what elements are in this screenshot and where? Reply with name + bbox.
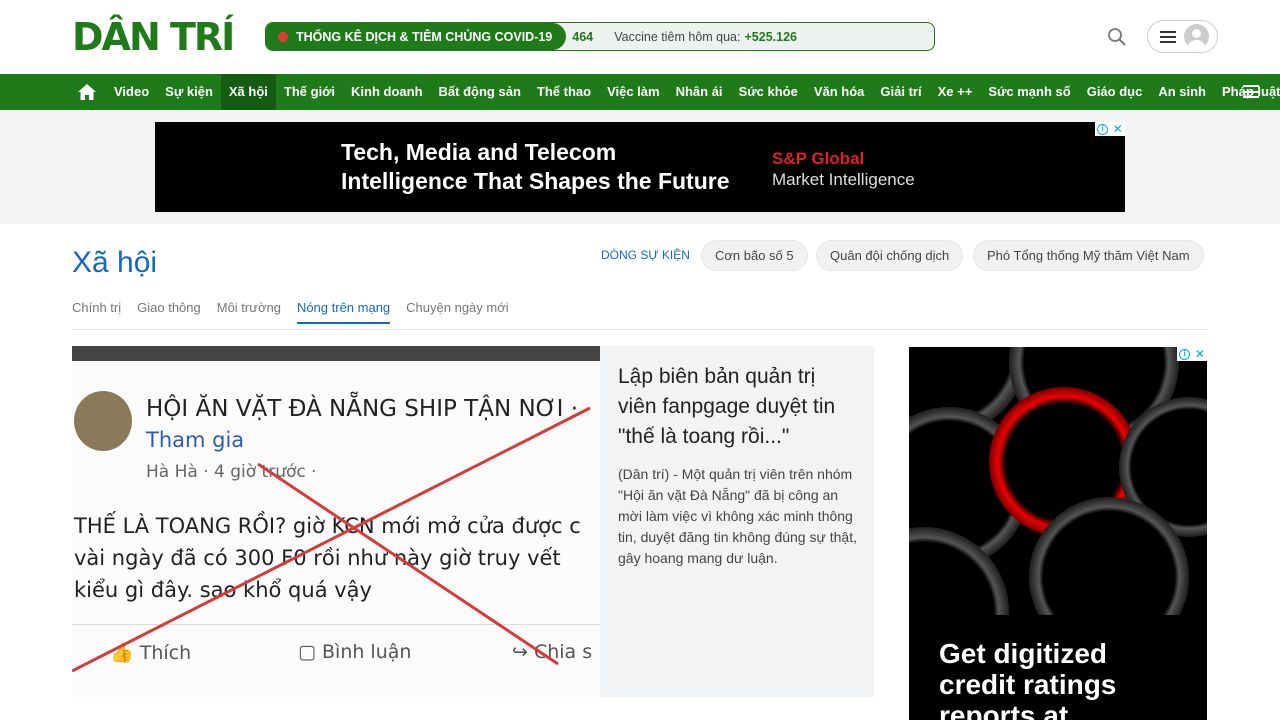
top-ad-band: Tech, Media and Telecom Intelligence Tha…: [0, 110, 1280, 224]
vaccine-label: Vaccine tiêm hôm qua:: [614, 29, 741, 44]
nav-item[interactable]: Bất động sản: [431, 74, 529, 110]
adchoices-icon[interactable]: i ✕: [1177, 347, 1207, 361]
subnav-item[interactable]: Nóng trên mạng: [296, 300, 391, 324]
ad-headline-line1: Tech, Media and Telecom: [341, 139, 617, 165]
nav-item[interactable]: An sinh: [1150, 74, 1214, 110]
live-dot-icon: [278, 31, 288, 42]
featured-title[interactable]: Lập biên bản quản trị viên fanpgage duyệ…: [618, 362, 858, 452]
side-ad-line: Get digitized: [939, 638, 1107, 669]
nav-item[interactable]: Giáo dục: [1079, 74, 1151, 110]
page-title: Xã hội: [72, 246, 158, 279]
nav-item[interactable]: Văn hóa: [806, 74, 873, 110]
ad-headline: Tech, Media and Telecom Intelligence Tha…: [341, 138, 730, 196]
section-subnav: Chính trị Giao thông Môi trường Nóng trên m…: [72, 300, 509, 324]
info-icon[interactable]: i: [1179, 348, 1191, 360]
nav-items: Video Sự kiện Xã hội Thế giới Kinh doanh Bất …: [106, 74, 1280, 110]
subnav-item[interactable]: Môi trường: [217, 300, 281, 324]
nav-item[interactable]: Video: [106, 74, 157, 110]
subnav-item[interactable]: Giao thông: [137, 300, 201, 324]
adchoices-icon[interactable]: i ✕: [1095, 122, 1125, 136]
avatar: [1184, 24, 1209, 49]
divider: [72, 329, 1208, 330]
top-ad-banner[interactable]: Tech, Media and Telecom Intelligence Tha…: [155, 122, 1125, 212]
covid-ticker-value: 464: [572, 29, 594, 44]
side-ad-line: credit ratings: [939, 669, 1117, 700]
event-tag[interactable]: Phó Tổng thống Mỹ thăm Việt Nam: [973, 240, 1204, 271]
nav-item[interactable]: Việc làm: [599, 74, 668, 110]
nav-item[interactable]: Giải trí: [872, 74, 929, 110]
site-logo[interactable]: DÂN TRÍ: [72, 18, 235, 56]
user-menu-button[interactable]: [1147, 20, 1218, 53]
covid-stats-bar[interactable]: THỐNG KÊ DỊCH & TIÊM CHỦNG COVID-19 464 …: [265, 22, 935, 51]
nav-item[interactable]: Kinh doanh: [343, 74, 431, 110]
side-ad-line: reports at: [939, 700, 1069, 720]
red-cross-mark: [72, 406, 591, 673]
featured-image[interactable]: HỘI ĂN VẶT ĐÀ NẴNG SHIP TẬN NƠI · Tham g…: [72, 346, 600, 697]
nav-item[interactable]: Sức mạnh số: [980, 74, 1078, 110]
ad-brand: S&P Global: [772, 149, 865, 168]
vaccine-value: +525.126: [744, 29, 797, 44]
side-ad[interactable]: Get digitized credit ratings reports at …: [909, 347, 1207, 720]
event-tag[interactable]: Quân đội chống dịch: [816, 240, 964, 271]
home-icon[interactable]: [76, 81, 98, 103]
main-nav: Video Sự kiện Xã hội Thế giới Kinh doanh Bất …: [0, 74, 1280, 110]
covid-stats-title[interactable]: THỐNG KÊ DỊCH & TIÊM CHỦNG COVID-19: [266, 23, 567, 50]
ad-brand-sub: Market Intelligence: [772, 170, 915, 189]
close-icon[interactable]: ✕: [1113, 123, 1123, 135]
featured-article: Lập biên bản quản trị viên fanpgage duyệ…: [600, 346, 874, 697]
nav-item[interactable]: Sức khỏe: [731, 74, 806, 110]
nav-item[interactable]: Nhân ái: [668, 74, 731, 110]
nav-item[interactable]: Xã hội: [220, 74, 276, 110]
nav-item[interactable]: Sự kiện: [157, 74, 221, 110]
search-icon[interactable]: [1107, 27, 1127, 47]
hamburger-icon: [1160, 30, 1176, 43]
ad-headline-line2: Intelligence That Shapes the Future: [341, 168, 730, 194]
info-icon[interactable]: i: [1097, 123, 1109, 135]
nav-item[interactable]: Xe ++: [930, 74, 981, 110]
nav-item[interactable]: Thế giới: [276, 74, 343, 110]
event-tag[interactable]: Cơn bão số 5: [701, 240, 808, 271]
subnav-item[interactable]: Chính trị: [72, 300, 121, 324]
events-label: DÒNG SỰ KIỆN: [601, 248, 690, 262]
covid-title-text: THỐNG KÊ DỊCH & TIÊM CHỦNG COVID-19: [296, 29, 553, 44]
subnav-item[interactable]: Chuyện ngày mới: [406, 300, 508, 324]
nav-item[interactable]: Thể thao: [529, 74, 599, 110]
nav-menu-icon[interactable]: [1243, 85, 1259, 98]
featured-description: (Dân trí) - Một quản trị viên trên nhóm …: [618, 466, 857, 566]
close-icon[interactable]: ✕: [1195, 348, 1205, 360]
side-ad-text: Get digitized credit ratings reports at: [939, 638, 1116, 720]
site-header: DÂN TRÍ THỐNG KÊ DỊCH & TIÊM CHỦNG COVID…: [0, 0, 1280, 74]
